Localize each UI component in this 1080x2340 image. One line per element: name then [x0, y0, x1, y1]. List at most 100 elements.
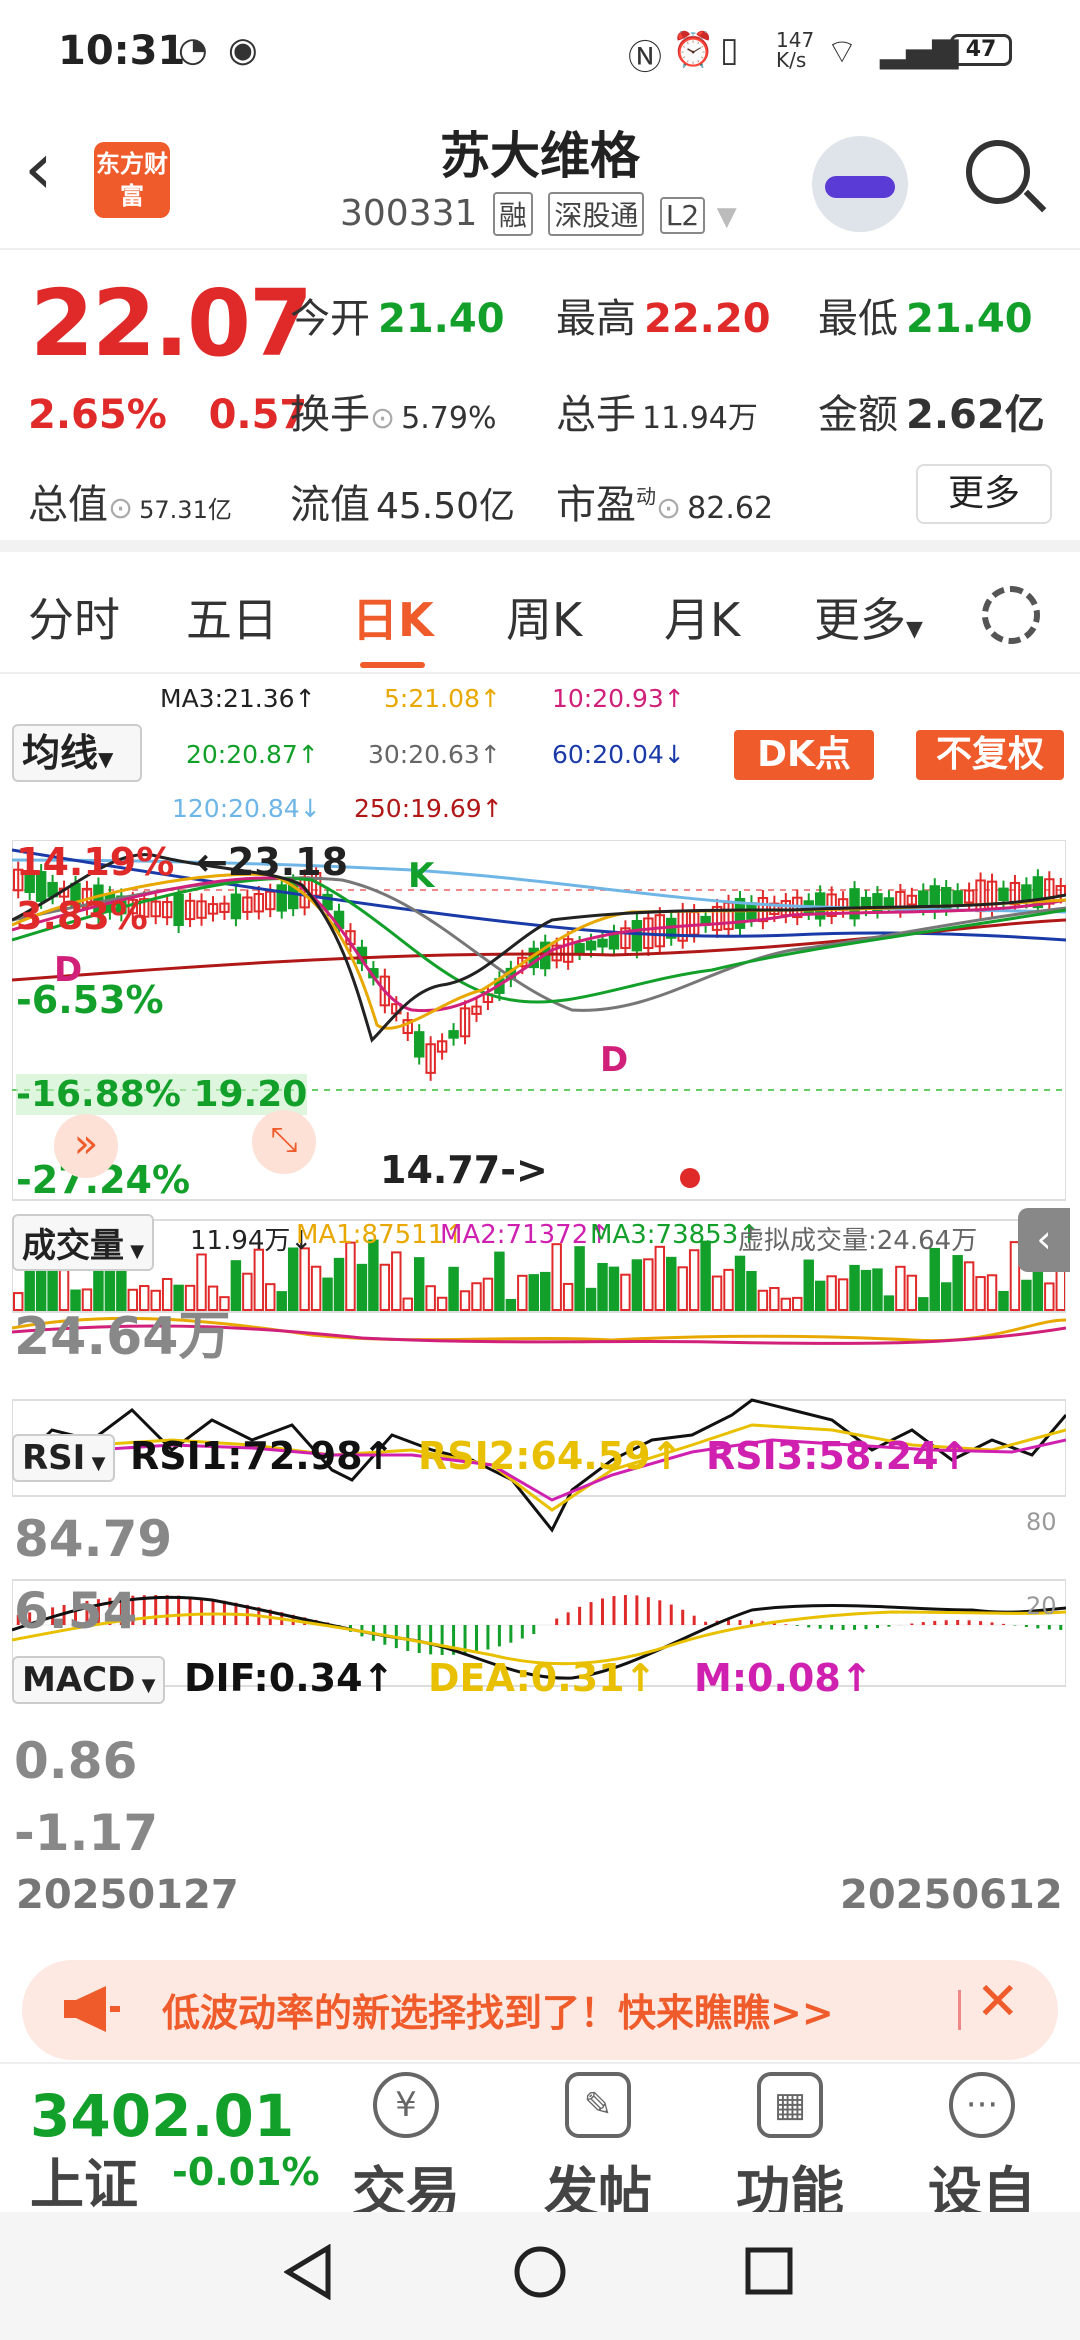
collapse-panel-icon[interactable]: ‹: [1018, 1208, 1070, 1272]
mktcap-field: 总值⊙ 57.31亿: [28, 482, 232, 528]
rsi-selector[interactable]: RSI ▼: [12, 1434, 116, 1482]
low-note: 14.77->: [380, 1148, 548, 1192]
price-change: 2.65% 0.57: [28, 392, 307, 438]
volume-bar: [528, 1274, 539, 1312]
rsi-axis-high: 84.79: [14, 1510, 173, 1568]
volume-bar: [723, 1268, 734, 1311]
tag-margin: 融: [492, 192, 533, 236]
banner-text: 低波动率的新选择找到了！快来瞧瞧>>: [162, 1991, 834, 2035]
tab-weekly-k[interactable]: 周K: [506, 584, 582, 650]
high-field: 最高 22.20: [556, 296, 771, 342]
system-back-icon[interactable]: [284, 2244, 334, 2300]
volume-bar: [299, 1247, 310, 1311]
dif-value: DIF:0.34↑: [184, 1656, 395, 1700]
index-change: -0.01%: [172, 2150, 320, 2194]
signal-dot: [680, 1168, 700, 1188]
speed-gauge-icon: ◔: [178, 30, 208, 70]
ma60-value: 60:20.04↓: [552, 740, 685, 769]
tab-monthly-k[interactable]: 月K: [664, 584, 740, 650]
ma-selector[interactable]: 均线▼: [12, 724, 142, 782]
volume-bar: [643, 1258, 654, 1311]
stock-code-row[interactable]: 300331 融 深股通 L2 ▼: [340, 192, 737, 236]
rsi2-value: RSI2:64.59↑: [418, 1434, 683, 1478]
megaphone-icon: [64, 1986, 120, 2032]
volume-bar: [986, 1274, 998, 1312]
more-quote-button[interactable]: 更多: [916, 464, 1052, 524]
volume-bar: [253, 1248, 265, 1311]
volume-bar: [322, 1277, 333, 1311]
index-name[interactable]: 上证: [30, 2140, 138, 2219]
macd-selector[interactable]: MACD ▼: [12, 1656, 166, 1704]
volume-bar: [585, 1287, 597, 1311]
start-date: 20250127: [16, 1872, 239, 1918]
rsi-axis-low: 6.54: [14, 1582, 138, 1640]
tag-level2: L2: [659, 197, 706, 234]
volume-bar: [402, 1297, 413, 1312]
dk-point-button[interactable]: DK点: [734, 730, 874, 780]
volume-bar: [310, 1265, 322, 1311]
tab-more[interactable]: 更多▼: [814, 584, 923, 650]
virtual-volume: 虚拟成交量:24.64万: [738, 1226, 978, 1256]
volume-bar: [826, 1275, 837, 1311]
float-field: 流值 45.50亿: [290, 482, 516, 528]
volume-bar: [631, 1259, 643, 1312]
volume-field: 总手 11.94万: [556, 392, 758, 438]
volume-bar: [769, 1286, 780, 1311]
tab-five-day[interactable]: 五日: [186, 584, 278, 650]
nav-post[interactable]: ✎ 发帖: [518, 2072, 678, 2227]
nfc-icon: Ⓝ: [628, 38, 662, 78]
volume-bar: [620, 1273, 631, 1312]
stock-code: 300331: [340, 193, 478, 234]
volume-bar: [391, 1251, 402, 1311]
volume-bar: [436, 1296, 448, 1312]
volume-bar: [746, 1270, 757, 1311]
volume-bar: [803, 1259, 814, 1312]
system-home-icon[interactable]: [512, 2244, 568, 2300]
volume-bar: [356, 1263, 368, 1312]
volume-bar: [540, 1271, 551, 1312]
axis-label-4: -16.88% 19.20: [16, 1074, 308, 1115]
axis-label-top: 14.19%: [16, 840, 175, 884]
rsi-level-80: 80: [1026, 1508, 1057, 1536]
search-icon[interactable]: [966, 140, 1030, 204]
volume-bar: [952, 1255, 963, 1312]
high-note: ←23.18: [196, 840, 349, 884]
more-dots-icon: ···: [949, 2072, 1015, 2138]
pe-field: 市盈动⊙ 82.62: [556, 482, 774, 528]
volume-bar: [860, 1269, 872, 1311]
rsi3-value: RSI3:58.24↑: [706, 1434, 971, 1478]
nav-trade[interactable]: ¥ 交易: [326, 2072, 486, 2227]
volume-bar: [459, 1290, 471, 1312]
ma3-value: MA3:21.36↑: [160, 684, 316, 713]
change-pct: 2.65%: [28, 392, 167, 438]
expand-left-icon[interactable]: »: [54, 1114, 118, 1178]
system-recents-icon[interactable]: [744, 2244, 796, 2300]
clock: 10:31: [58, 28, 186, 74]
nav-functions[interactable]: ▦ 功能: [710, 2072, 870, 2227]
close-icon[interactable]: ✕: [976, 1972, 1020, 2032]
tag-connect: 深股通: [548, 192, 645, 236]
volume-bar: [482, 1277, 494, 1312]
volume-bar: [700, 1240, 711, 1312]
volume-bar: [837, 1278, 849, 1311]
volume-bar: [940, 1282, 952, 1311]
low-field: 最低 21.40: [818, 296, 1033, 342]
volume-selector[interactable]: 成交量 ▼: [12, 1214, 155, 1271]
volume-bar: [333, 1257, 345, 1311]
volume-bar: [276, 1291, 287, 1311]
gear-icon[interactable]: [982, 586, 1040, 644]
tab-intraday[interactable]: 分时: [28, 584, 120, 650]
battery-icon: 47: [950, 34, 1012, 66]
assistant-avatar[interactable]: [812, 136, 908, 232]
ma20-value: 20:20.87↑: [186, 740, 319, 769]
adjust-button[interactable]: 不复权: [916, 730, 1064, 780]
volume-bar: [345, 1241, 356, 1312]
volume-bar: [895, 1265, 906, 1312]
promo-banner[interactable]: 低波动率的新选择找到了！快来瞧瞧>> ✕: [22, 1960, 1058, 2060]
axis-label-3: -6.53%: [16, 978, 164, 1022]
volume-bar: [574, 1246, 585, 1312]
tab-daily-k[interactable]: 日K: [352, 584, 434, 668]
ma250-value: 250:19.69↑: [354, 794, 503, 823]
fullscreen-icon[interactable]: ⤡: [252, 1110, 316, 1174]
volume-ma2: MA2:71372↑: [440, 1220, 611, 1250]
